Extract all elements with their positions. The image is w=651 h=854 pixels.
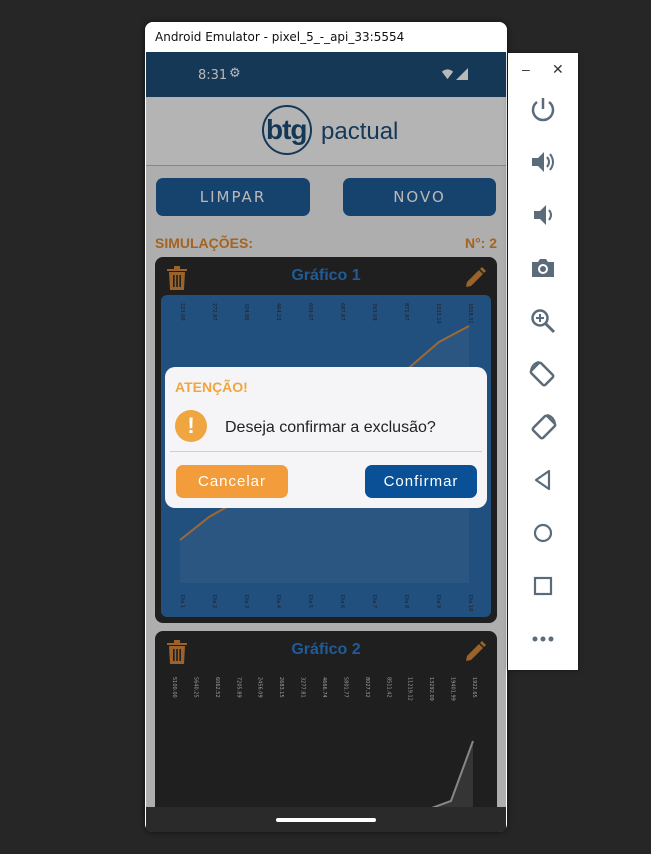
- dialog-divider: [170, 451, 482, 452]
- volume-up-icon[interactable]: [529, 148, 557, 176]
- minimize-icon[interactable]: –: [522, 61, 530, 77]
- emulator-toolbar: – ✕: [508, 53, 578, 670]
- confirm-dialog: ATENÇÃO! ! Deseja confirmar a exclusão? …: [165, 367, 487, 508]
- overview-icon[interactable]: [529, 572, 557, 600]
- dialog-title: ATENÇÃO!: [175, 379, 248, 395]
- more-icon[interactable]: [529, 625, 557, 653]
- gesture-handle[interactable]: [276, 818, 376, 822]
- rotate-left-icon[interactable]: [529, 360, 557, 388]
- confirm-button[interactable]: Confirmar: [365, 465, 477, 498]
- rotate-right-icon[interactable]: [529, 413, 557, 441]
- window-title: Android Emulator - pixel_5_-_api_33:5554: [145, 22, 507, 52]
- volume-down-icon[interactable]: [529, 201, 557, 229]
- home-icon[interactable]: [529, 519, 557, 547]
- close-icon[interactable]: ✕: [552, 61, 564, 78]
- warning-icon: !: [175, 410, 207, 442]
- power-icon[interactable]: [529, 95, 557, 123]
- navigation-bar: [146, 807, 506, 832]
- emulator-window: Android Emulator - pixel_5_-_api_33:5554…: [145, 22, 507, 832]
- zoom-icon[interactable]: [529, 307, 557, 335]
- back-icon[interactable]: [529, 466, 557, 494]
- phone-screen: 8:31 ⚙ btg pactual LIMPAR NOVO SIMULAÇÕE…: [146, 52, 506, 832]
- dialog-message: Deseja confirmar a exclusão?: [225, 419, 436, 436]
- camera-icon[interactable]: [529, 254, 557, 282]
- cancel-button[interactable]: Cancelar: [176, 465, 288, 498]
